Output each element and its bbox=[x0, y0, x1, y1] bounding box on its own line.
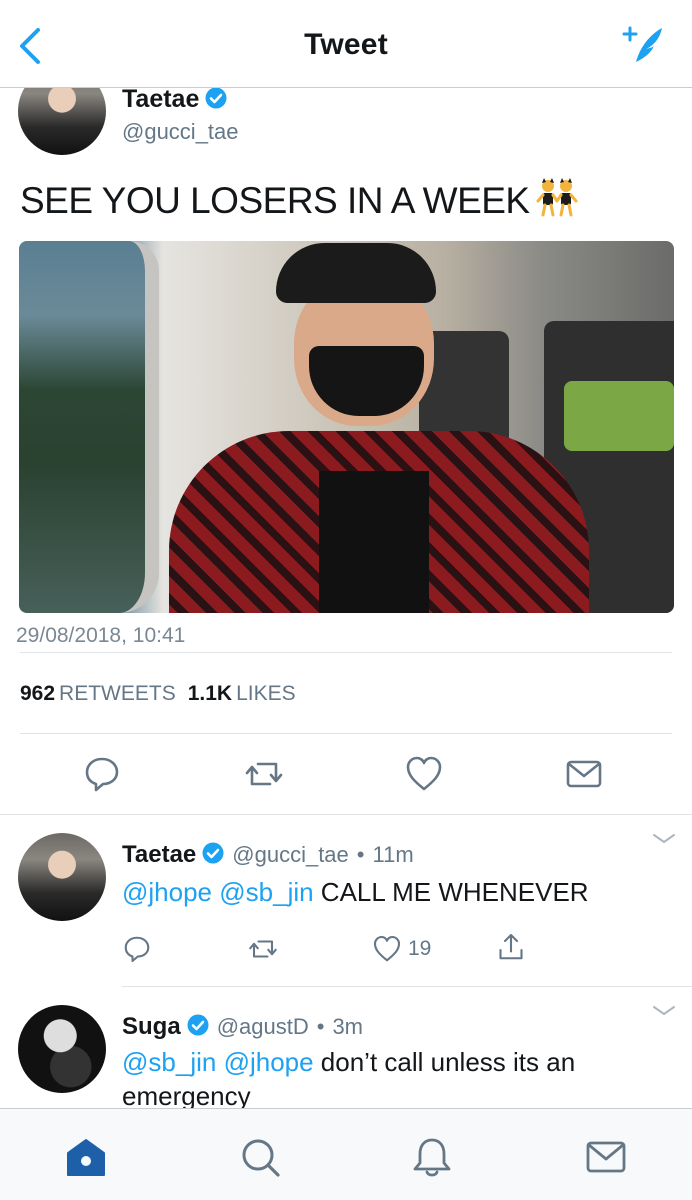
reply-tweet[interactable]: Suga @agustD • 3m @sb_jin @jhope don’t call… bbox=[0, 987, 692, 1108]
mention-link[interactable]: @jhope bbox=[224, 1047, 314, 1077]
reply-author-handle[interactable]: @agustD bbox=[217, 1014, 309, 1039]
reply-text: @jhope @sb_jin CALL ME WHENEVER bbox=[122, 875, 662, 909]
author-handle[interactable]: @gucci_tae bbox=[122, 119, 239, 145]
reply-text: @sb_jin @jhope don’t call unless its an … bbox=[122, 1045, 662, 1108]
engagement-stats: 962 RETWEETS 1.1K LIKES bbox=[20, 682, 308, 706]
page-title: Tweet bbox=[304, 28, 388, 61]
envelope-icon bbox=[566, 760, 602, 788]
retweet-icon bbox=[249, 940, 277, 958]
mention-link[interactable]: @sb_jin bbox=[219, 877, 313, 907]
heart-icon bbox=[373, 935, 401, 962]
reply-author-name[interactable]: Suga bbox=[122, 1013, 181, 1040]
reply-header: Taetae @gucci_tae • 11m bbox=[122, 841, 414, 869]
reply-icon bbox=[124, 936, 150, 963]
mention-link[interactable]: @jhope bbox=[122, 877, 212, 907]
compose-tweet-button[interactable] bbox=[622, 22, 666, 66]
retweet-button[interactable] bbox=[244, 754, 284, 794]
share-icon bbox=[499, 933, 523, 960]
author-name: Taetae bbox=[122, 85, 200, 113]
retweet-icon bbox=[245, 762, 283, 786]
mention-link[interactable]: @sb_jin bbox=[122, 1047, 216, 1077]
share-button[interactable] bbox=[496, 931, 526, 963]
tweet-text: SEE YOU LOSERS IN A WEEK bbox=[20, 177, 578, 222]
avatar[interactable] bbox=[18, 833, 106, 921]
reply-body-text: CALL ME WHENEVER bbox=[313, 877, 589, 907]
divider bbox=[20, 733, 672, 734]
verified-badge-icon bbox=[187, 1014, 209, 1036]
reply-author-handle[interactable]: @gucci_tae bbox=[232, 842, 349, 867]
avatar[interactable] bbox=[18, 1005, 106, 1093]
reply-time: 3m bbox=[332, 1014, 363, 1039]
photo-headrest bbox=[564, 381, 674, 451]
chevron-down-icon[interactable] bbox=[650, 1003, 678, 1019]
heart-icon bbox=[406, 756, 442, 791]
home-icon bbox=[67, 1139, 105, 1176]
tweet-timestamp: 29/08/2018, 10:41 bbox=[16, 624, 186, 647]
photo-train-window bbox=[19, 241, 159, 613]
meta-separator: • bbox=[356, 842, 365, 867]
bell-icon bbox=[413, 1138, 451, 1177]
verified-badge-icon bbox=[202, 842, 224, 864]
search-icon bbox=[242, 1139, 280, 1177]
tab-messages[interactable] bbox=[584, 1135, 628, 1179]
photo-person-cap bbox=[276, 243, 436, 303]
likes-label[interactable]: LIKES bbox=[236, 682, 296, 705]
like-button[interactable]: 19 bbox=[372, 933, 431, 965]
tab-search[interactable] bbox=[238, 1135, 282, 1179]
tweet-body: SEE YOU LOSERS IN A WEEK bbox=[20, 180, 530, 221]
direct-message-button[interactable] bbox=[564, 754, 604, 794]
reply-header: Suga @agustD • 3m bbox=[122, 1013, 363, 1041]
tab-home[interactable] bbox=[64, 1135, 108, 1179]
meta-separator: • bbox=[316, 1014, 325, 1039]
reply-author-name[interactable]: Taetae bbox=[122, 841, 196, 868]
retweet-button[interactable] bbox=[248, 933, 278, 965]
reply-button[interactable] bbox=[122, 933, 152, 965]
retweets-count[interactable]: 962 bbox=[20, 682, 55, 705]
like-button[interactable] bbox=[404, 754, 444, 794]
tweet-photo[interactable] bbox=[19, 241, 674, 613]
retweets-label[interactable]: RETWEETS bbox=[59, 682, 176, 705]
dancers-emoji-icon bbox=[536, 178, 578, 217]
verified-badge-icon bbox=[205, 87, 227, 109]
reply-icon bbox=[85, 757, 119, 792]
likes-count[interactable]: 1.1K bbox=[188, 682, 232, 705]
reply-time: 11m bbox=[372, 842, 414, 867]
like-count: 19 bbox=[408, 937, 432, 960]
reply-button[interactable] bbox=[82, 754, 122, 794]
bottom-tab-bar bbox=[0, 1108, 692, 1200]
reply-tweet[interactable]: Taetae @gucci_tae • 11m @jhope @sb_jin CALL… bbox=[0, 815, 692, 986]
photo-person-tshirt bbox=[319, 471, 429, 613]
feather-sparkle-icon bbox=[622, 26, 662, 62]
divider bbox=[20, 652, 672, 653]
chevron-down-icon[interactable] bbox=[650, 831, 678, 847]
tab-notifications[interactable] bbox=[410, 1135, 454, 1179]
envelope-icon bbox=[586, 1141, 626, 1173]
top-nav-bar: Tweet bbox=[0, 0, 692, 88]
author-name-row[interactable]: Taetae bbox=[122, 85, 227, 114]
